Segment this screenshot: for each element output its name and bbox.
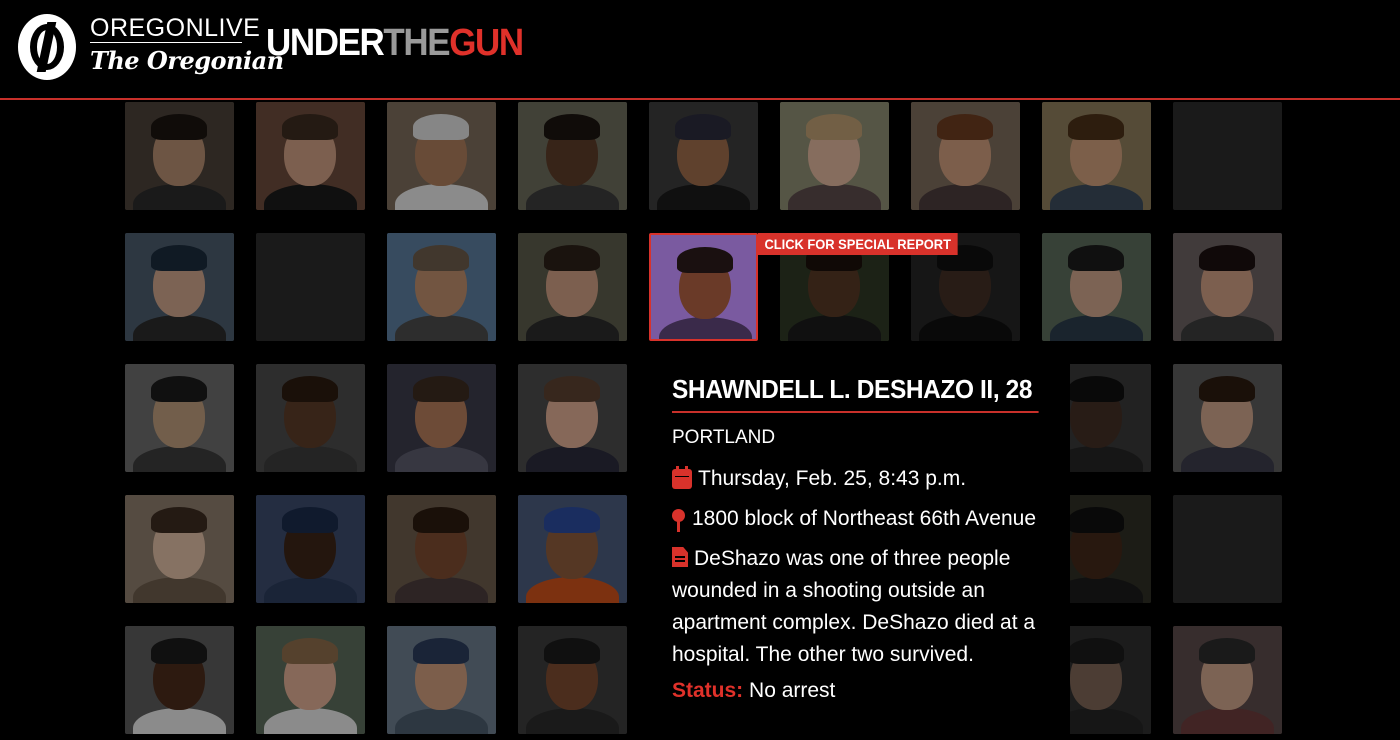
victim-description: DeShazo was one of three people wounded … — [672, 547, 1036, 666]
victim-location: 1800 block of Northeast 66th Avenue — [692, 507, 1037, 530]
photo-dim-overlay — [518, 233, 627, 341]
victim-photo[interactable] — [780, 102, 889, 210]
map-pin-icon — [672, 509, 686, 533]
document-icon — [672, 547, 688, 567]
photo-dim-overlay — [1173, 102, 1282, 210]
page-title[interactable]: UNDERTHEGUN — [266, 22, 524, 65]
victim-photo[interactable] — [1042, 233, 1151, 341]
photo-dim-overlay — [387, 626, 496, 734]
photo-dim-overlay — [125, 364, 234, 472]
title-the: THE — [383, 22, 450, 64]
photo-dim-overlay — [125, 102, 234, 210]
photo-dim-overlay — [387, 233, 496, 341]
photo-dim-overlay — [125, 626, 234, 734]
victim-name: SHAWNDELL L. DESHAZO II, 28 — [672, 374, 1039, 413]
victim-photo[interactable] — [518, 233, 627, 341]
victim-photo[interactable] — [1173, 626, 1282, 734]
victim-photo[interactable] — [387, 495, 496, 603]
photo-dim-overlay — [1042, 233, 1151, 341]
victim-photo[interactable] — [256, 364, 365, 472]
photo-dim-overlay — [1173, 626, 1282, 734]
victim-photo[interactable] — [387, 626, 496, 734]
photo-dim-overlay — [780, 102, 889, 210]
photo-placeholder[interactable] — [1173, 102, 1282, 210]
victim-photo[interactable] — [256, 626, 365, 734]
victim-date: Thursday, Feb. 25, 8:43 p.m. — [698, 467, 967, 490]
victim-date-row: Thursday, Feb. 25, 8:43 p.m. — [672, 466, 1072, 491]
victim-description-row: DeShazo was one of three people wounded … — [672, 543, 1062, 671]
victim-photo[interactable] — [256, 495, 365, 603]
victim-photo[interactable] — [911, 102, 1020, 210]
victim-status: Status: No arrest — [672, 679, 1072, 703]
photo-dim-overlay — [387, 495, 496, 603]
photo-dim-overlay — [1042, 102, 1151, 210]
photo-dim-overlay — [256, 233, 365, 341]
photo-dim-overlay — [387, 364, 496, 472]
victim-photo[interactable] — [387, 102, 496, 210]
photo-dim-overlay — [387, 102, 496, 210]
brand-oregonlive[interactable]: OREGONLIVE — [90, 14, 260, 43]
photo-dim-overlay — [125, 233, 234, 341]
photo-placeholder[interactable] — [256, 233, 365, 341]
victim-photo[interactable] — [256, 102, 365, 210]
victim-photo[interactable] — [125, 233, 234, 341]
title-under: UNDER — [266, 22, 385, 64]
oregonian-logo-icon[interactable] — [18, 14, 76, 80]
featured-victim-photo[interactable] — [649, 233, 758, 341]
photo-dim-overlay — [256, 495, 365, 603]
title-gun: GUN — [449, 22, 524, 64]
photo-dim-overlay — [256, 364, 365, 472]
victim-photo[interactable] — [387, 233, 496, 341]
site-header: OREGONLIVE The Oregonian UNDERTHEGUN — [0, 0, 1400, 100]
photo-dim-overlay — [651, 235, 756, 339]
victim-photo[interactable] — [1042, 102, 1151, 210]
victim-photo[interactable] — [125, 495, 234, 603]
victim-photo[interactable] — [125, 626, 234, 734]
photo-dim-overlay — [1173, 495, 1282, 603]
special-report-button[interactable]: CLICK FOR SPECIAL REPORT — [758, 233, 958, 255]
photo-dim-overlay — [1173, 364, 1282, 472]
photo-dim-overlay — [518, 102, 627, 210]
victim-photo[interactable] — [125, 102, 234, 210]
victim-photo[interactable] — [518, 495, 627, 603]
status-label: Status: — [672, 679, 744, 702]
victim-photo[interactable] — [1173, 233, 1282, 341]
calendar-icon — [672, 466, 692, 489]
photo-dim-overlay — [256, 626, 365, 734]
photo-dim-overlay — [518, 626, 627, 734]
brand-divider — [90, 42, 242, 43]
photo-dim-overlay — [518, 364, 627, 472]
status-value: No arrest — [749, 679, 836, 702]
photo-dim-overlay — [649, 102, 758, 210]
victim-photo[interactable] — [518, 102, 627, 210]
brand-the-oregonian[interactable]: The Oregonian — [90, 46, 284, 75]
victim-detail-panel: SHAWNDELL L. DESHAZO II, 28 PORTLAND Thu… — [672, 374, 1072, 703]
victim-photo[interactable] — [387, 364, 496, 472]
photo-dim-overlay — [256, 102, 365, 210]
victim-location-row: 1800 block of Northeast 66th Avenue — [672, 507, 1072, 533]
victim-city: PORTLAND — [672, 427, 776, 448]
victim-photo[interactable] — [518, 626, 627, 734]
photo-placeholder[interactable] — [1173, 495, 1282, 603]
photo-dim-overlay — [125, 495, 234, 603]
victim-photo[interactable] — [518, 364, 627, 472]
photo-dim-overlay — [911, 102, 1020, 210]
victim-photo[interactable] — [1173, 364, 1282, 472]
photo-dim-overlay — [518, 495, 627, 603]
victim-photo[interactable] — [649, 102, 758, 210]
victim-photo[interactable] — [125, 364, 234, 472]
photo-dim-overlay — [1173, 233, 1282, 341]
